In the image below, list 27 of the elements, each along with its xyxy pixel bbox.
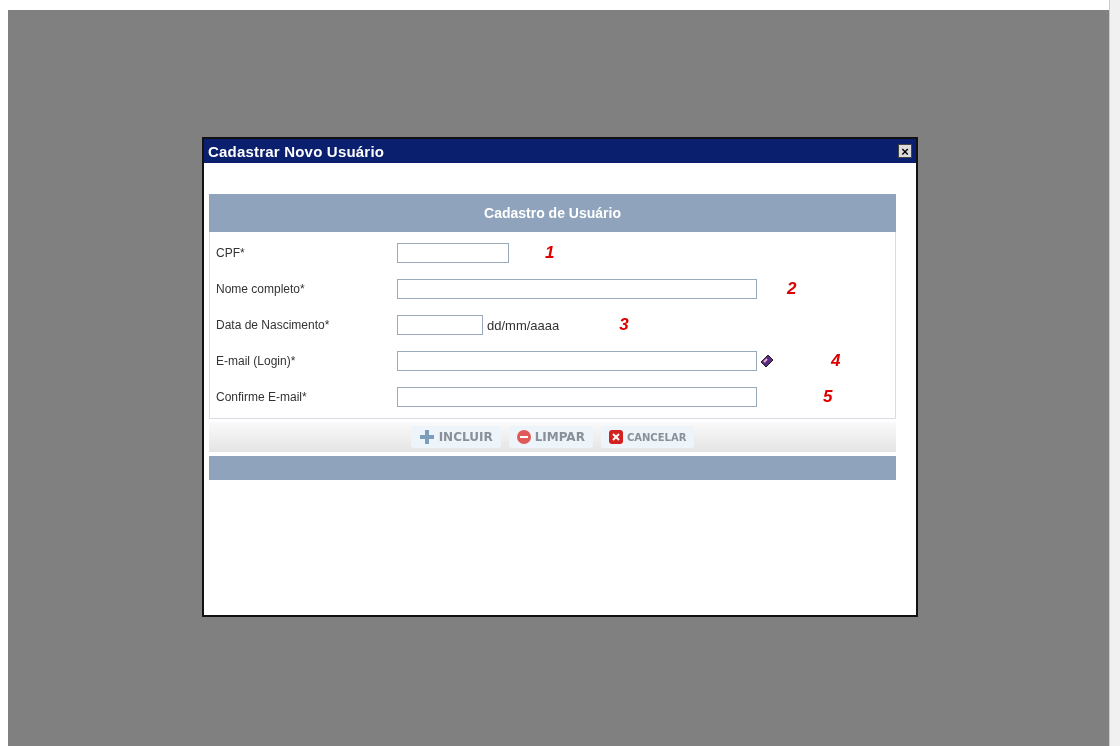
close-button[interactable]: ×: [898, 144, 912, 158]
input-field[interactable]: [397, 243, 509, 263]
input-field[interactable]: [397, 387, 757, 407]
annotation-number: 3: [619, 315, 629, 335]
minus-icon: [516, 430, 531, 444]
add-button[interactable]: INCLUIR: [410, 426, 501, 448]
input-field[interactable]: [397, 279, 757, 299]
clear-button[interactable]: LIMPAR: [508, 426, 593, 448]
annotation-number: 1: [545, 243, 555, 263]
field-label: Confirme E-mail*: [215, 390, 308, 404]
field-label: Nome completo*: [215, 282, 306, 296]
input-field[interactable]: [397, 315, 483, 335]
form-heading: Cadastro de Usuário: [209, 194, 896, 232]
field-label: E-mail (Login)*: [215, 354, 297, 368]
field-label: Data de Nascimento*: [215, 318, 331, 332]
annotation-number: 5: [823, 387, 833, 407]
annotation-number: 4: [831, 351, 841, 371]
close-icon: [608, 430, 623, 444]
input-field[interactable]: [397, 351, 757, 371]
date-format-hint: dd/mm/aaaa: [487, 317, 560, 333]
plus-icon: [418, 429, 435, 445]
scrollbar[interactable]: [1109, 0, 1120, 746]
book-icon[interactable]: [759, 353, 775, 369]
annotation-number: 2: [787, 279, 797, 299]
cancel-button[interactable]: CANCELAR: [600, 426, 695, 448]
field-label: CPF*: [215, 246, 246, 260]
dialog-title: Cadastrar Novo Usuário: [208, 142, 385, 160]
